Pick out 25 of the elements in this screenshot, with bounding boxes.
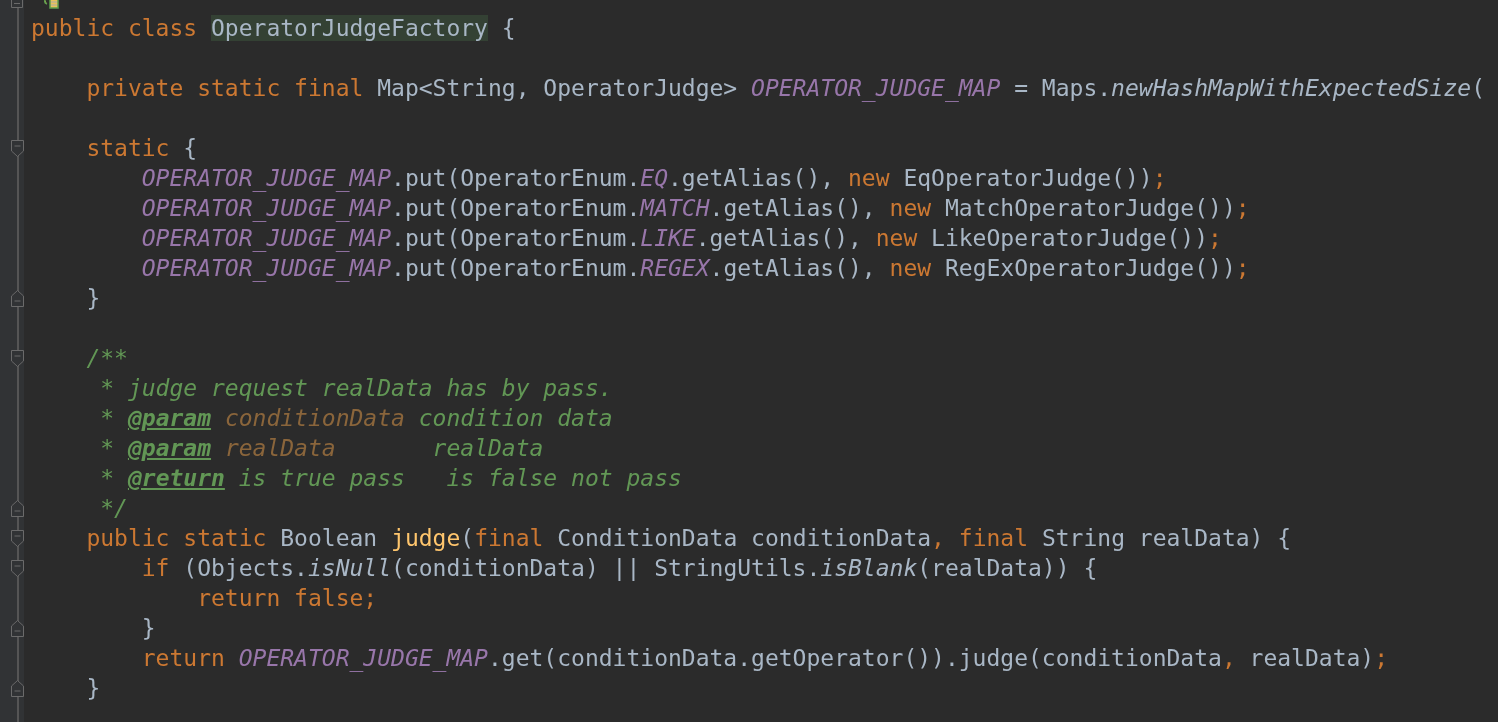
code-line: OPERATOR_JUDGE_MAP.put(OperatorEnum.REGEX.getAlias(), new RegExOperatorJudge()); bbox=[140, 254, 1250, 283]
code-line: } bbox=[85, 284, 101, 313]
code-line: OPERATOR_JUDGE_MAP.put(OperatorEnum.LIKE.getAlias(), new LikeOperatorJudge()); bbox=[140, 224, 1222, 253]
code-line: OPERATOR_JUDGE_MAP.put(OperatorEnum.EQ.getAlias(), new EqOperatorJudge()); bbox=[140, 164, 1167, 193]
code-line: public class OperatorJudgeFactory { bbox=[31, 14, 516, 43]
code-line: * judge request realData has by pass. bbox=[99, 374, 613, 403]
code-line: */ bbox=[99, 494, 128, 523]
code-line: static { bbox=[85, 134, 198, 163]
code-line: * @param conditionData condition data bbox=[99, 404, 613, 433]
fold-marker-icon[interactable] bbox=[11, 349, 24, 367]
code-line: * @param realData realData bbox=[99, 434, 544, 463]
code-line: if (Objects.isNull(conditionData) || StringUtils.isBlank(realData)) { bbox=[140, 554, 1098, 583]
code-line: /** bbox=[85, 344, 128, 373]
code-line: } bbox=[85, 674, 101, 703]
code-line: * @return is true pass is false not pass bbox=[99, 464, 682, 493]
code-line: return false; bbox=[196, 584, 378, 613]
fold-marker-icon[interactable] bbox=[11, 0, 23, 8]
fold-marker-icon[interactable] bbox=[11, 529, 24, 547]
fold-marker-icon[interactable] bbox=[11, 559, 24, 577]
code-line: public static Boolean judge(final ConditionData conditionData, final String realData) { bbox=[85, 524, 1292, 553]
code-line: private static final Map<String, OperatorJudge> OPERATOR_JUDGE_MAP = Maps.newHashMapWithExpectedSize( bbox=[85, 74, 1485, 103]
code-line: return OPERATOR_JUDGE_MAP.get(conditionData.getOperator()).judge(conditionData, realData); bbox=[140, 644, 1389, 673]
code-line: } bbox=[140, 614, 156, 643]
code-line: OPERATOR_JUDGE_MAP.put(OperatorEnum.MATCH.getAlias(), new MatchOperatorJudge()); bbox=[140, 194, 1250, 223]
fold-marker-icon[interactable] bbox=[11, 139, 24, 157]
